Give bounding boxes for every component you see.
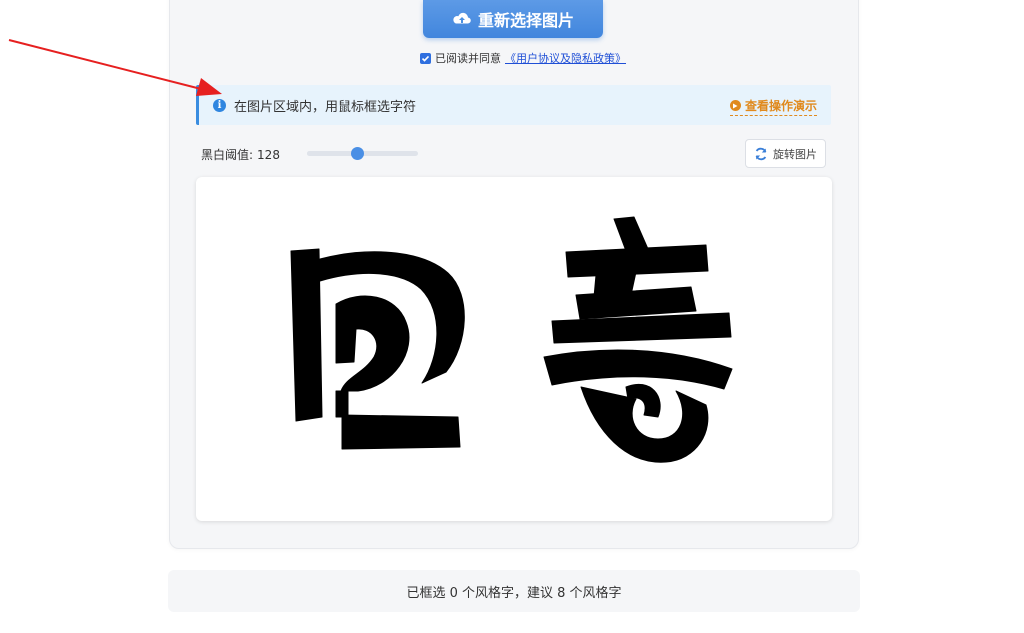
threshold-label-row: 黑白阈值: 128 <box>201 146 280 163</box>
glyph-stroke <box>341 414 461 450</box>
threshold-slider-fill <box>307 151 357 156</box>
info-bar: i 在图片区域内，用鼠标框选字符 查看操作演示 <box>196 85 831 125</box>
glyph-stroke <box>290 248 323 422</box>
image-canvas[interactable] <box>196 177 832 521</box>
reselect-image-label: 重新选择图片 <box>477 11 574 30</box>
agreement-link[interactable]: 《用户协议及隐私政策》 <box>505 50 626 66</box>
threshold-slider-knob[interactable] <box>350 147 364 160</box>
calligraphy-image <box>290 216 733 463</box>
page-root: 重新选择图片 已阅读并同意 《用户协议及隐私政策》 i 在图片区域内，用鼠标框选字… <box>0 0 1024 633</box>
threshold-label: 黑白阈值: <box>201 148 254 162</box>
info-icon: i <box>213 98 226 112</box>
selection-status-text: 已框选 0 个风格字，建议 8 个风格字 <box>406 585 622 601</box>
view-demo-link[interactable]: 查看操作演示 <box>729 97 817 116</box>
cloud-upload-icon <box>453 12 471 24</box>
glyph-stroke <box>543 349 733 390</box>
agreement-text: 已阅读并同意 <box>435 52 501 65</box>
view-demo-label: 查看操作演示 <box>744 99 817 113</box>
info-text: 在图片区域内，用鼠标框选字符 <box>234 99 417 115</box>
play-icon <box>729 100 741 111</box>
reselect-image-button[interactable]: 重新选择图片 <box>423 0 603 38</box>
glyph-stroke <box>551 312 732 344</box>
glyph-stroke <box>335 390 349 418</box>
agreement-row: 已阅读并同意 《用户协议及隐私政策》 <box>420 50 626 66</box>
selection-status: 已框选 0 个风格字，建议 8 个风格字 <box>168 570 860 612</box>
checkmark-icon <box>421 55 430 62</box>
rotate-image-button[interactable]: 旋转图片 <box>745 139 826 168</box>
refresh-icon <box>755 147 767 160</box>
agreement-checkbox[interactable] <box>420 52 431 64</box>
threshold-value: 128 <box>257 147 280 162</box>
glyph-stroke <box>565 244 709 278</box>
glyph-stroke <box>335 295 410 392</box>
rotate-image-label: 旋转图片 <box>773 147 817 161</box>
glyph-stroke <box>613 216 649 252</box>
threshold-slider[interactable] <box>307 147 418 160</box>
